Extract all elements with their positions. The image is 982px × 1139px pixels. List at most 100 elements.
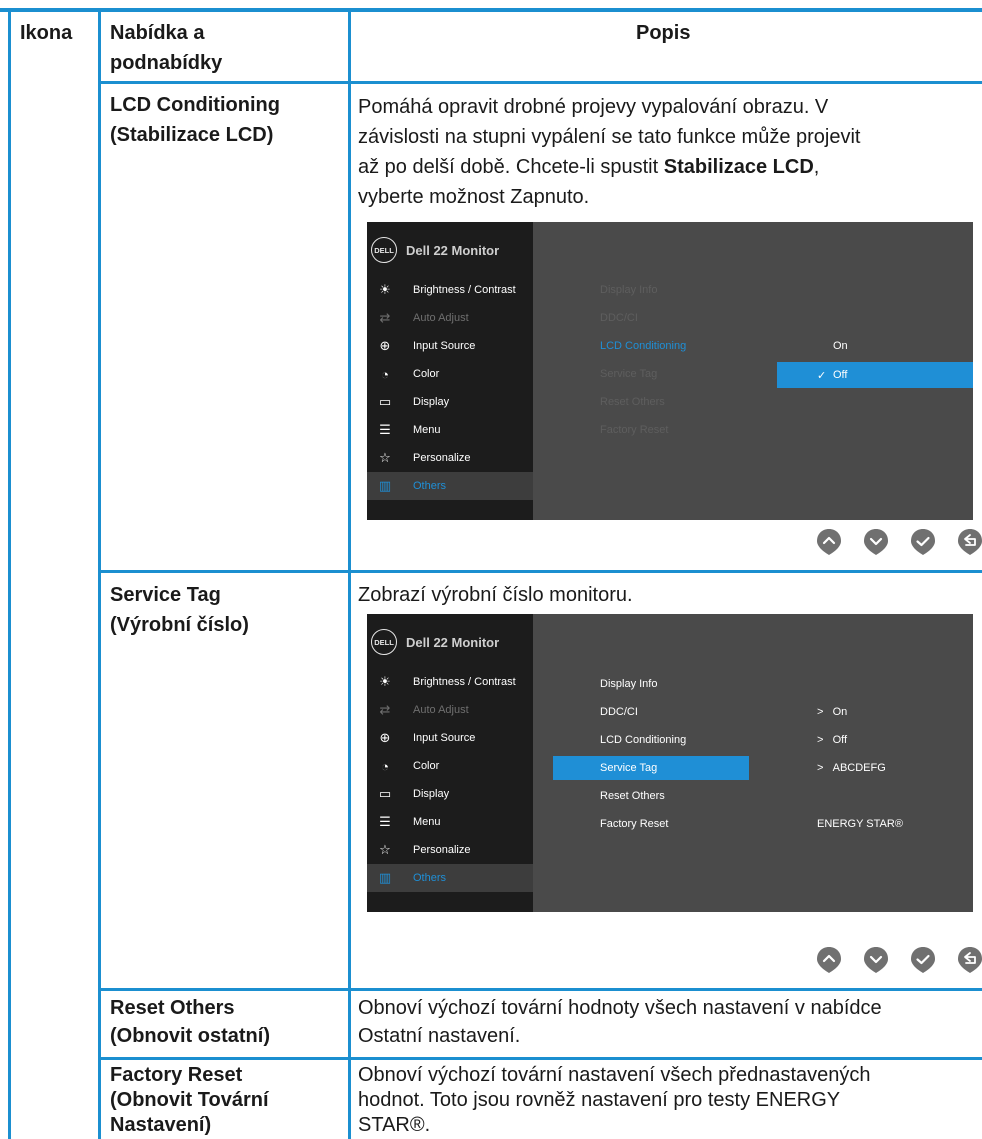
brightness-icon: ☀ <box>379 282 391 297</box>
osd-menu-color[interactable]: ◔ Color <box>367 360 533 388</box>
auto-adjust-icon: ⇄ <box>379 702 391 717</box>
back-button-icon[interactable] <box>957 528 982 556</box>
auto-adjust-icon: ⇄ <box>379 310 391 325</box>
osd-menu-input-source[interactable]: ⊕ Input Source <box>367 724 533 752</box>
osd-buttons-2 <box>816 946 982 974</box>
osd-service-tag: DELL Dell 22 Monitor ☀ Brightness / Contr… <box>367 614 973 912</box>
osd-menu-label: Display <box>413 396 450 408</box>
color-icon: ◔ <box>381 758 389 774</box>
color-icon: ◔ <box>381 366 389 382</box>
row-divider-3 <box>98 1057 982 1060</box>
down-button-icon[interactable] <box>863 528 889 556</box>
osd-menu-others[interactable]: ▥ Others <box>367 864 533 892</box>
osd-menu-label: Color <box>413 760 440 772</box>
back-button-icon[interactable] <box>957 946 982 974</box>
row-reset-others-name-line1: Reset Others <box>110 997 235 1019</box>
osd-menu-personalize[interactable]: ☆ Personalize <box>367 836 533 864</box>
dell-logo: DELL <box>371 237 397 263</box>
osd-option-label: On <box>833 340 848 352</box>
row-lcd-name: LCD Conditioning (Stabilizace LCD) <box>110 92 280 148</box>
display-icon: ▭ <box>378 394 392 409</box>
osd-title: Dell 22 Monitor <box>406 634 500 650</box>
table-top-rule <box>0 8 982 12</box>
osd-menu-menu[interactable]: ☰ Menu <box>367 416 533 444</box>
header-menu-line1: Nabídka a <box>110 22 205 44</box>
chevron-right-icon: > <box>817 734 824 746</box>
osd-menu-menu[interactable]: ☰ Menu <box>367 808 533 836</box>
osd-menu-label: Color <box>413 368 440 380</box>
header-menu-line2: podnabídky <box>110 52 223 74</box>
osd-sub-reset-others[interactable]: Reset Others <box>553 784 749 808</box>
row-lcd-name-line2: (Stabilizace LCD) <box>110 124 274 146</box>
osd-sub-ddc-ci[interactable]: DDC/CI <box>553 306 749 330</box>
osd-menu-auto-adjust[interactable]: ⇄ Auto Adjust <box>367 696 533 724</box>
osd-option-on[interactable]: On <box>777 333 973 359</box>
ok-button-icon[interactable] <box>910 528 936 556</box>
osd-sub-display-info[interactable]: Display Info <box>553 672 749 696</box>
row-service-name-line2: (Výrobní číslo) <box>110 614 249 636</box>
osd-menu-label: Personalize <box>413 844 471 856</box>
osd-menu-input-source[interactable]: ⊕ Input Source <box>367 332 533 360</box>
osd-sub-service-tag[interactable]: Service Tag <box>553 756 749 780</box>
osd-sub-ddc-ci[interactable]: DDC/CI <box>553 700 749 724</box>
row-lcd-desc-line3: až po delší době. Chcete-li spustit Stab… <box>358 152 860 182</box>
header-description-column: Popis <box>636 22 691 44</box>
row-lcd-name-line1: LCD Conditioning <box>110 94 280 116</box>
osd-menu-personalize[interactable]: ☆ Personalize <box>367 444 533 472</box>
osd-menu-label: Input Source <box>413 340 476 352</box>
osd-brand: DELL Dell 22 Monitor <box>371 236 499 264</box>
osd-brand: DELL Dell 22 Monitor <box>371 628 499 656</box>
osd-menu-label: Auto Adjust <box>413 312 469 324</box>
checkmark-icon: ✓ <box>817 369 827 382</box>
row-factory-reset-name-line3: Nastavení) <box>110 1114 212 1136</box>
osd-sub-display-info[interactable]: Display Info <box>553 278 749 302</box>
row-reset-others-desc-line1: Obnoví výchozí tovární hodnoty všech nas… <box>358 997 882 1019</box>
osd-menu-label: Menu <box>413 816 441 828</box>
up-button-icon[interactable] <box>816 946 842 974</box>
row-service-description: Zobrazí výrobní číslo monitoru. <box>358 582 633 608</box>
osd-sub-factory-reset[interactable]: Factory Reset <box>553 418 749 442</box>
row-reset-others-desc-line2: Ostatní nastavení. <box>358 1025 521 1047</box>
chevron-right-icon: > <box>817 706 824 718</box>
row-factory-reset-name-line1: Factory Reset <box>110 1064 243 1086</box>
osd-value-label: ABCDEFG <box>832 762 886 774</box>
row-factory-reset-desc-line2: hodnot. Toto jsou rovněž nastavení pro t… <box>358 1089 841 1111</box>
osd-value-label: On <box>832 706 848 718</box>
osd-sub-reset-others[interactable]: Reset Others <box>553 390 749 414</box>
osd-menu-brightness[interactable]: ☀ Brightness / Contrast <box>367 668 533 696</box>
osd-menu-auto-adjust[interactable]: ⇄ Auto Adjust <box>367 304 533 332</box>
osd-sub-factory-reset[interactable]: Factory Reset <box>553 812 749 836</box>
row-lcd-desc-line2: závislosti na stupni vypálení se tato fu… <box>358 126 861 148</box>
osd-menu-brightness[interactable]: ☀ Brightness / Contrast <box>367 276 533 304</box>
osd-sub-service-tag[interactable]: Service Tag <box>553 362 749 386</box>
osd-menu-label: Auto Adjust <box>413 704 469 716</box>
osd-menu-display[interactable]: ▭ Display <box>367 780 533 808</box>
table-divider-1 <box>98 10 101 1139</box>
row-reset-others-name: Reset Others (Obnovit ostatní) <box>110 995 270 1049</box>
chevron-right-icon: > <box>817 762 824 774</box>
row-factory-reset-name: Factory Reset (Obnovit Tovární Nastavení… <box>110 1063 269 1138</box>
osd-menu-others[interactable]: ▥ Others <box>367 472 533 500</box>
others-icon: ▥ <box>378 870 392 885</box>
osd-value-service-tag: > ABCDEFG <box>817 758 886 778</box>
osd-value-label: Off <box>832 734 848 746</box>
osd-sub-lcd-conditioning[interactable]: LCD Conditioning <box>553 334 749 358</box>
row-factory-reset-name-line2: (Obnovit Tovární <box>110 1089 269 1111</box>
table-divider-2 <box>348 10 351 1139</box>
osd-menu-label: Input Source <box>413 732 476 744</box>
osd-menu-display[interactable]: ▭ Display <box>367 388 533 416</box>
osd-option-off[interactable]: ✓ Off <box>777 362 973 388</box>
ok-button-icon[interactable] <box>910 946 936 974</box>
dell-logo: DELL <box>371 629 397 655</box>
row-lcd-desc-line3-c: , <box>813 156 820 178</box>
down-button-icon[interactable] <box>863 946 889 974</box>
row-divider-1 <box>98 570 982 573</box>
personalize-icon: ☆ <box>379 450 391 465</box>
menu-icon: ☰ <box>379 814 391 829</box>
up-button-icon[interactable] <box>816 528 842 556</box>
row-reset-others-description: Obnoví výchozí tovární hodnoty všech nas… <box>358 995 882 1049</box>
osd-sub-lcd-conditioning[interactable]: LCD Conditioning <box>553 728 749 752</box>
others-icon: ▥ <box>378 478 392 493</box>
header-icon-column: Ikona <box>20 22 73 44</box>
osd-menu-color[interactable]: ◔ Color <box>367 752 533 780</box>
